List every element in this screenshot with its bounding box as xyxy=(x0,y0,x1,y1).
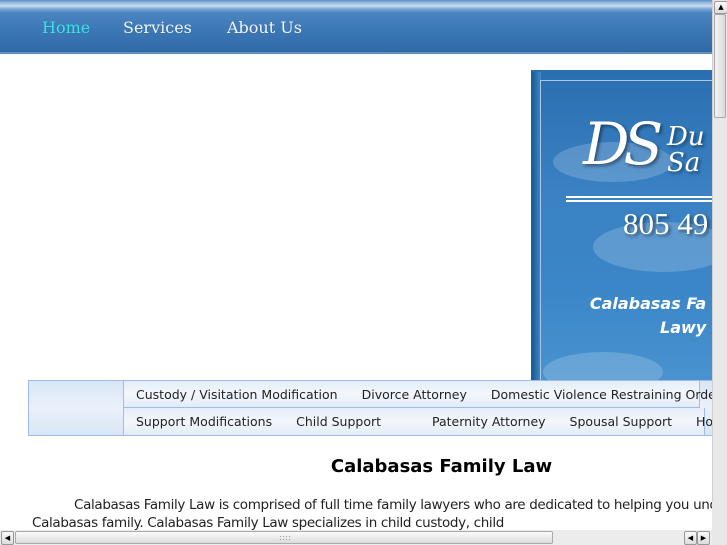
tagline-line2: Lawy xyxy=(660,318,707,337)
subnav-row: Support Modifications Child Support Pate… xyxy=(123,408,727,435)
subnav-paternity-attorney-link[interactable]: Paternity Attorney xyxy=(420,414,558,429)
subnav-divorce-attorney-link[interactable]: Divorce Attorney xyxy=(350,387,479,402)
logo-name-line2: Sa xyxy=(667,148,701,178)
scrollbar-corner xyxy=(712,501,727,545)
intro-paragraph: Calabasas Family Law is comprised of ful… xyxy=(32,497,714,531)
subnav-child-support-link[interactable]: Child Support xyxy=(284,414,420,429)
subnav-row: Custody / Visitation Modification Divorc… xyxy=(123,381,727,408)
header-banner: DS Du Sa 805 49 Calabasas Fa Lawy xyxy=(531,70,714,383)
vertical-scrollbar[interactable]: ▲ xyxy=(712,0,727,501)
horizontal-scroll-thumb[interactable] xyxy=(15,531,553,544)
scroll-right-button[interactable]: ▶ xyxy=(697,531,710,545)
horizontal-scrollbar[interactable]: ◀ ◀ ▶ xyxy=(0,530,714,545)
banner-tagline: Calabasas Fa Lawy xyxy=(580,292,706,340)
subnav-custody-visitation-link[interactable]: Custody / Visitation Modification xyxy=(124,387,350,402)
nav-services-link[interactable]: Services xyxy=(123,18,192,37)
vertical-scroll-thumb[interactable] xyxy=(714,14,726,118)
subnav-spousal-support-link[interactable]: Spousal Support xyxy=(558,414,684,429)
nav-home-link[interactable]: Home xyxy=(42,18,90,37)
nav-about-us-link[interactable]: About Us xyxy=(227,18,302,37)
top-navigation-bar: Home Services About Us xyxy=(0,0,712,54)
subnav-domestic-violence-link[interactable]: Domestic Violence Restraining Orders xyxy=(479,387,727,402)
tagline-line1: Calabasas Fa xyxy=(589,294,707,313)
page-title: Calabasas Family Law xyxy=(330,456,553,477)
logo-divider xyxy=(566,196,714,198)
phone-number: 805 49 xyxy=(623,206,709,241)
scroll-left-small-button[interactable]: ◀ xyxy=(684,531,697,545)
scroll-left-button[interactable]: ◀ xyxy=(1,531,14,545)
logo-monogram: DS xyxy=(583,110,663,178)
page-scroll-up-button[interactable]: ▲ xyxy=(714,1,727,14)
logo-divider xyxy=(566,200,714,202)
content-body-frame: Calabasas Family Law is comprised of ful… xyxy=(0,496,714,532)
subnav-support-modifications-link[interactable]: Support Modifications xyxy=(124,414,284,429)
scroll-grip-icon xyxy=(279,535,291,541)
logo-firm-name: Du Sa xyxy=(667,124,705,176)
services-subnav: Custody / Visitation Modification Divorc… xyxy=(28,380,727,436)
